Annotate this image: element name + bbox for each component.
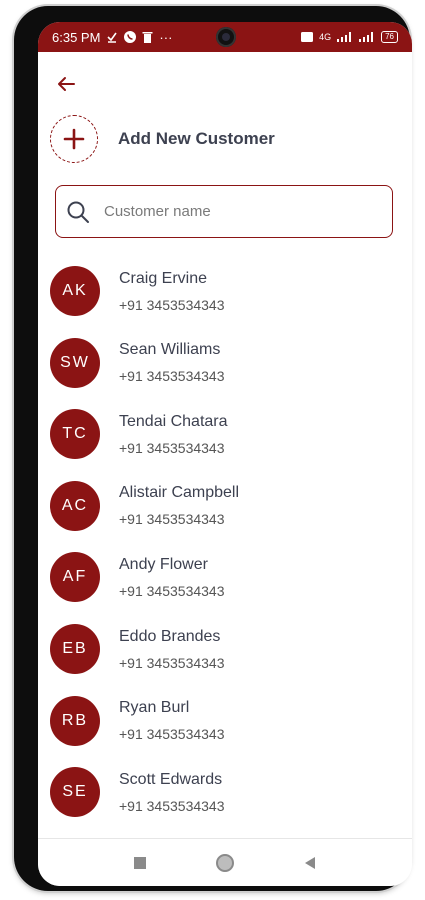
customer-phone: +91 3453534343 [119,439,225,456]
customer-item[interactable]: SE Scott Edwards +91 3453534343 [50,763,390,821]
signal-icon-2 [359,32,374,42]
call-icon [124,31,137,43]
avatar: RB [50,695,100,746]
arrow-left-icon [58,77,75,91]
search-icon [67,201,89,223]
signal-icon [337,32,352,42]
add-new-customer-label: Add New Customer [118,129,275,148]
customer-item[interactable]: SW Sean Williams +91 3453534343 [50,334,390,392]
customer-name: Tendai Chatara [119,412,228,430]
circle-icon [215,853,234,872]
avatar: SW [50,337,100,388]
triangle-back-icon [304,856,315,869]
customer-name: Scott Edwards [119,770,223,788]
status-time: 6:35 PM [52,29,101,45]
screen: 6:35 PM ··· 4G 76 Add New Customer Custo… [38,22,412,886]
avatar: AC [50,480,100,531]
battery-level: 76 [385,32,394,41]
customer-phone: +91 3453534343 [119,511,225,528]
avatar: EB [50,624,100,674]
square-icon [134,856,147,869]
phone-frame: 6:35 PM ··· 4G 76 Add New Customer Custo… [14,6,412,891]
customer-item[interactable]: EB Eddo Brandes +91 3453534343 [50,620,390,678]
add-new-customer-button[interactable]: Add New Customer [50,113,390,165]
avatar: AK [50,266,100,316]
battery-icon: 76 [381,31,398,43]
customer-item[interactable]: TC Tendai Chatara +91 3453534343 [50,405,390,463]
network-type: 4G [319,32,332,42]
customer-phone: +91 3453534343 [119,296,225,313]
avatar: SE [50,767,100,818]
customer-item[interactable]: AC Alistair Campbell +91 3453534343 [50,477,390,535]
customer-item[interactable]: AF Andy Flower +91 3453534343 [50,548,390,606]
customer-search-input[interactable] [102,202,366,221]
plus-icon [63,128,85,150]
customer-item[interactable]: RB Ryan Burl +91 3453534343 [50,692,390,750]
volte-icon [301,32,314,42]
customer-name: Eddo Brandes [119,627,221,645]
customer-name: Sean Williams [119,341,221,359]
recent-apps-button[interactable] [130,853,150,873]
home-button[interactable] [215,853,235,873]
more-dots: ··· [159,29,173,45]
avatar: AF [50,552,100,603]
customer-name: Andy Flower [119,555,208,573]
avatar: TC [50,409,100,460]
camera-hole [216,27,236,47]
customer-name: Ryan Burl [119,699,190,717]
add-circle [50,115,98,163]
customer-phone: +91 3453534343 [119,368,225,385]
customer-phone: +91 3453534343 [119,654,225,671]
delete-icon [142,32,153,43]
customer-item[interactable]: AK Craig Ervine +91 3453534343 [50,262,390,320]
back-button[interactable] [52,72,80,96]
customer-name: Craig Ervine [119,269,208,287]
download-done-icon [107,32,118,43]
customer-phone: +91 3453534343 [119,726,225,743]
customer-phone: +91 3453534343 [119,797,225,814]
back-nav-button[interactable] [300,853,320,873]
customer-name: Alistair Campbell [119,484,240,502]
search-box[interactable] [55,185,393,238]
customer-phone: +91 3453534343 [119,582,225,599]
system-nav-bar [38,838,412,886]
